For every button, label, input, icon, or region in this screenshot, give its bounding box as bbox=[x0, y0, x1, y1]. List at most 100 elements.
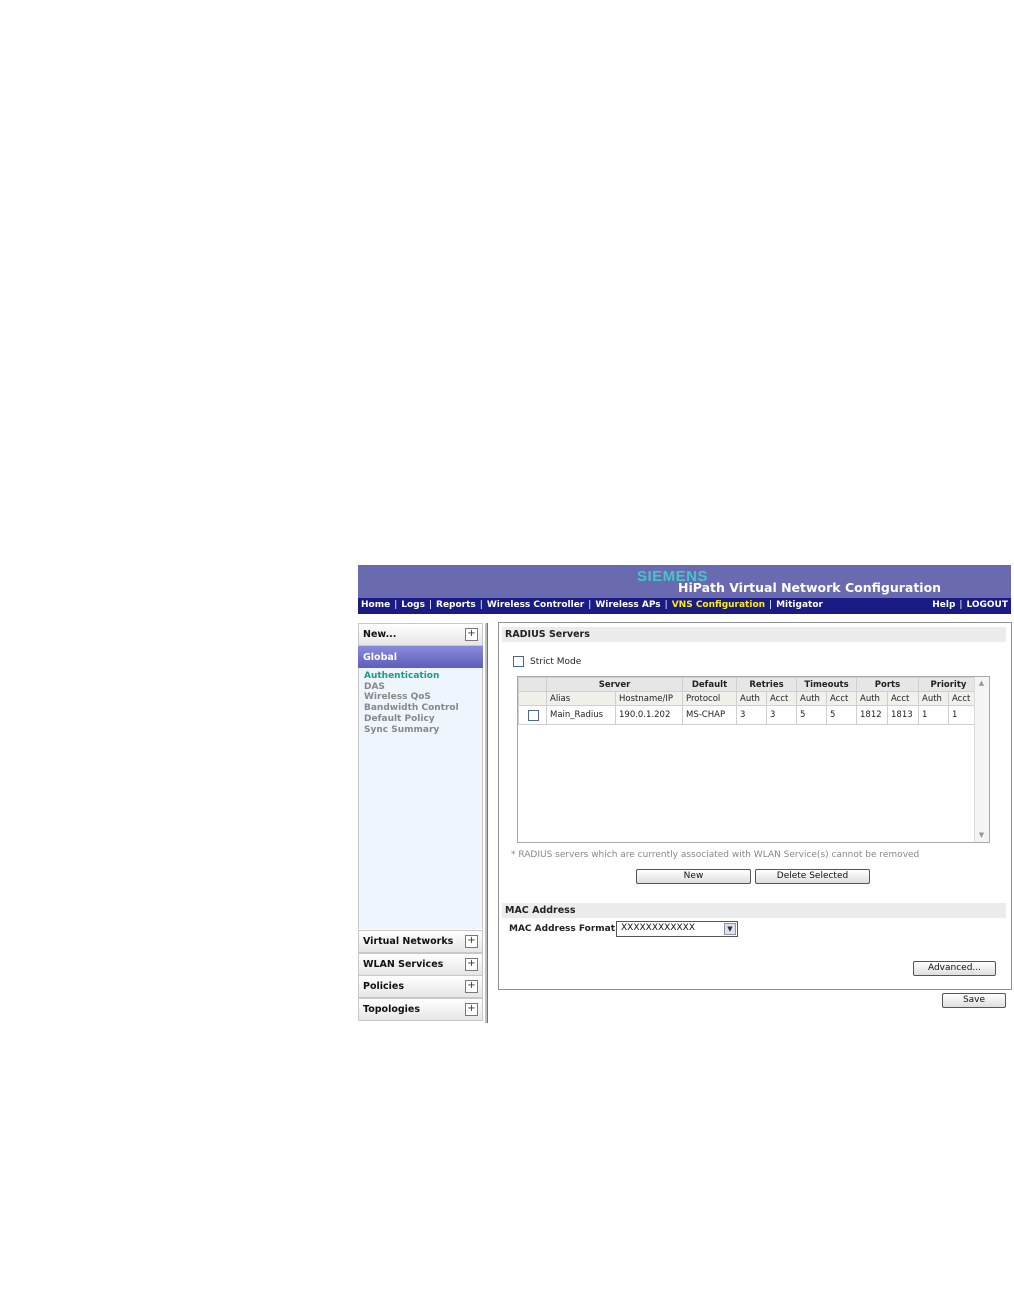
mac-section-title: MAC Address bbox=[505, 905, 576, 916]
nav-mitigator[interactable]: Mitigator bbox=[776, 600, 823, 610]
top-nav: Home | Logs | Reports | Wireless Controller | Wi… bbox=[358, 598, 1011, 614]
column-header-alias[interactable]: Alias bbox=[546, 691, 616, 706]
sidebar-divider[interactable] bbox=[485, 623, 488, 1023]
expand-plus-icon[interactable]: + bbox=[465, 1003, 478, 1016]
nav-separator: | bbox=[769, 600, 773, 610]
sidebar-global-panel: Authentication DAS Wireless QoS Bandwidt… bbox=[358, 668, 483, 929]
radius-note: * RADIUS servers which are currently ass… bbox=[511, 850, 920, 860]
sidebar-section-wlan-services[interactable]: WLAN Services + bbox=[358, 953, 483, 976]
product-title: HiPath Virtual Network Configuration bbox=[678, 580, 942, 595]
cell-alias: Main_Radius bbox=[546, 705, 616, 725]
cell-hostname: 190.0.1.202 bbox=[615, 705, 683, 725]
expand-plus-icon[interactable]: + bbox=[465, 935, 478, 948]
sidebar-link-bandwidth-control[interactable]: Bandwidth Control bbox=[364, 703, 459, 714]
expand-plus-icon[interactable]: + bbox=[465, 980, 478, 993]
mac-section-header: MAC Address bbox=[502, 903, 1006, 918]
sidebar-global-label: Global bbox=[363, 652, 398, 663]
group-header-retries: Retries bbox=[736, 677, 797, 692]
select-column-header bbox=[518, 677, 547, 692]
cell-timeouts-auth: 5 bbox=[796, 705, 827, 725]
new-button[interactable]: New bbox=[636, 869, 751, 884]
select-column-header bbox=[518, 691, 547, 706]
scroll-down-icon[interactable]: ▼ bbox=[977, 831, 986, 840]
nav-separator: | bbox=[394, 600, 398, 610]
column-header-timeouts-auth[interactable]: Auth bbox=[796, 691, 827, 706]
nav-separator: | bbox=[428, 600, 433, 610]
nav-right: Help | LOGOUT bbox=[932, 600, 1008, 610]
table-group-header-row: Server Default Retries Timeouts Ports Pr… bbox=[518, 677, 979, 692]
group-header-priority: Priority bbox=[918, 677, 979, 692]
sidebar-section-label: New... bbox=[363, 629, 397, 640]
column-header-ports-auth[interactable]: Auth bbox=[856, 691, 888, 706]
column-header-ports-acct[interactable]: Acct bbox=[887, 691, 919, 706]
cell-ports-auth: 1812 bbox=[856, 705, 888, 725]
column-header-hostname[interactable]: Hostname/IP bbox=[615, 691, 683, 706]
nav-separator: | bbox=[479, 600, 483, 610]
nav-wireless-controller[interactable]: Wireless Controller bbox=[487, 600, 584, 610]
cell-protocol: MS-CHAP bbox=[682, 705, 737, 725]
sidebar-section-new[interactable]: New... + bbox=[358, 623, 483, 646]
main-panel: RADIUS Servers Strict Mode Server Defaul… bbox=[498, 622, 1012, 990]
radius-servers-table: Server Default Retries Timeouts Ports Pr… bbox=[518, 677, 979, 725]
sidebar-global-header[interactable]: Global bbox=[358, 646, 483, 668]
group-header-default: Default bbox=[682, 677, 737, 692]
nav-logout[interactable]: LOGOUT bbox=[966, 600, 1008, 610]
cell-ports-acct: 1813 bbox=[887, 705, 919, 725]
nav-vns-configuration[interactable]: VNS Configuration bbox=[672, 600, 765, 610]
sidebar-section-topologies[interactable]: Topologies + bbox=[358, 998, 483, 1021]
column-header-protocol[interactable]: Protocol bbox=[682, 691, 737, 706]
cell-priority-auth: 1 bbox=[918, 705, 949, 725]
sidebar-link-wireless-qos[interactable]: Wireless QoS bbox=[364, 692, 459, 703]
nav-home[interactable]: Home bbox=[361, 600, 390, 610]
sidebar: New... + Global Authentication DAS Wirel… bbox=[358, 623, 483, 1023]
sidebar-section-virtual-networks[interactable]: Virtual Networks + bbox=[358, 930, 483, 953]
column-header-priority-auth[interactable]: Auth bbox=[918, 691, 949, 706]
mac-format-select[interactable]: XXXXXXXXXXXX ▼ bbox=[616, 921, 738, 937]
nav-logs[interactable]: Logs bbox=[401, 600, 425, 610]
nav-help[interactable]: Help bbox=[932, 600, 955, 610]
sidebar-link-authentication[interactable]: Authentication bbox=[364, 671, 459, 682]
strict-mode-checkbox[interactable] bbox=[513, 656, 524, 667]
column-header-timeouts-acct[interactable]: Acct bbox=[826, 691, 857, 706]
radius-servers-grid: Server Default Retries Timeouts Ports Pr… bbox=[517, 676, 990, 843]
mac-format-value: XXXXXXXXXXXX bbox=[621, 923, 695, 933]
expand-plus-icon[interactable]: + bbox=[465, 958, 478, 971]
nav-wireless-aps[interactable]: Wireless APs bbox=[595, 600, 660, 610]
expand-plus-icon[interactable]: + bbox=[465, 628, 478, 641]
grid-scrollbar[interactable]: ▲ ▼ bbox=[974, 677, 989, 842]
sidebar-link-sync-summary[interactable]: Sync Summary bbox=[364, 725, 459, 736]
radius-section-header: RADIUS Servers bbox=[502, 627, 1006, 642]
column-header-retries-auth[interactable]: Auth bbox=[736, 691, 767, 706]
save-button[interactable]: Save bbox=[942, 993, 1006, 1008]
cell-retries-auth: 3 bbox=[736, 705, 767, 725]
table-column-header-row: Alias Hostname/IP Protocol Auth Acct Aut… bbox=[518, 691, 979, 706]
sidebar-section-label: Topologies bbox=[363, 1004, 421, 1015]
sidebar-links: Authentication DAS Wireless QoS Bandwidt… bbox=[364, 671, 459, 735]
sidebar-section-label: Policies bbox=[363, 981, 404, 992]
mac-format-label: MAC Address Format: bbox=[509, 924, 619, 934]
app-window: SIEMENS HiPath Virtual Network Configura… bbox=[358, 565, 1012, 1025]
nav-separator: | bbox=[959, 600, 963, 610]
nav-left: Home | Logs | Reports | Wireless Controller | Wi… bbox=[361, 600, 823, 610]
radius-section-title: RADIUS Servers bbox=[505, 629, 590, 640]
nav-separator: | bbox=[588, 600, 592, 610]
table-row[interactable]: Main_Radius 190.0.1.202 MS-CHAP 3 3 5 5 … bbox=[518, 705, 979, 725]
advanced-button[interactable]: Advanced... bbox=[913, 961, 996, 976]
sidebar-section-policies[interactable]: Policies + bbox=[358, 975, 483, 998]
column-header-retries-acct[interactable]: Acct bbox=[766, 691, 797, 706]
row-select-checkbox[interactable] bbox=[528, 709, 539, 721]
sidebar-link-default-policy[interactable]: Default Policy bbox=[364, 714, 459, 725]
chevron-down-icon[interactable]: ▼ bbox=[724, 923, 736, 935]
sidebar-section-label: WLAN Services bbox=[363, 959, 444, 970]
sidebar-link-das[interactable]: DAS bbox=[364, 682, 459, 693]
row-select-cell bbox=[518, 705, 547, 725]
sidebar-section-label: Virtual Networks bbox=[363, 936, 454, 947]
group-header-timeouts: Timeouts bbox=[796, 677, 857, 692]
scroll-up-icon[interactable]: ▲ bbox=[977, 679, 986, 688]
cell-timeouts-acct: 5 bbox=[826, 705, 857, 725]
group-header-server: Server bbox=[546, 677, 683, 692]
delete-selected-button[interactable]: Delete Selected bbox=[755, 869, 870, 884]
group-header-ports: Ports bbox=[856, 677, 919, 692]
nav-reports[interactable]: Reports bbox=[436, 600, 476, 610]
nav-separator: | bbox=[664, 600, 668, 610]
